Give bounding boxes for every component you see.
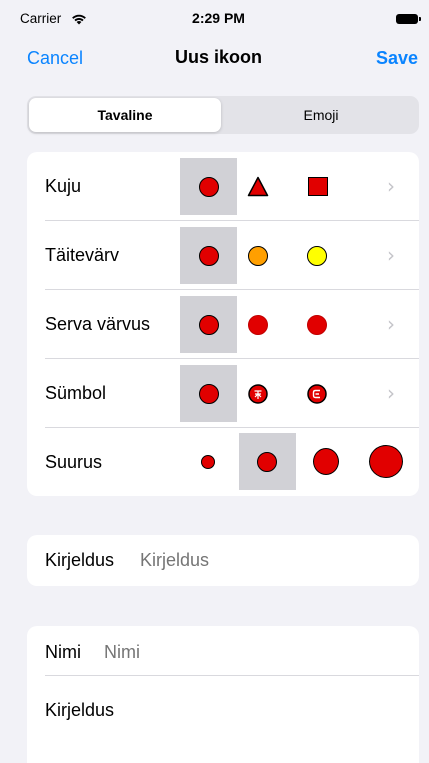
chevron-right-icon[interactable]: › (387, 290, 395, 358)
description-input[interactable] (140, 548, 400, 572)
description-field-label: Kirjeldus (45, 550, 115, 570)
border-dark-red-option[interactable] (307, 315, 327, 335)
battery-icon (396, 14, 421, 24)
symbol-b-option[interactable] (307, 384, 327, 404)
shape-square-option[interactable] (308, 177, 328, 196)
chevron-right-icon[interactable]: › (387, 359, 395, 427)
name-card: Nimi Kirjeldus (27, 626, 419, 763)
symbol-none-option[interactable] (199, 384, 219, 404)
row-shape: Kuju › (27, 152, 419, 220)
row-symbol: Sümbol › (27, 359, 419, 427)
clock: 2:29 PM (192, 10, 245, 26)
symbol-a-option[interactable] (248, 384, 268, 404)
size-extra-large-option[interactable] (369, 445, 403, 478)
size-medium-option[interactable] (257, 452, 277, 472)
page-title: Uus ikoon (174, 47, 262, 67)
row-border-color: Serva värvus › (27, 290, 419, 358)
icon-options-card: Kuju › Täitevärv › Serva värvus › Sümbol… (27, 152, 419, 496)
fill-yellow-option[interactable] (307, 246, 327, 266)
row-size: Suurus (27, 428, 419, 496)
segment-tavaline[interactable]: Tavaline (29, 98, 221, 132)
size-large-option[interactable] (313, 448, 339, 475)
shape-triangle-option[interactable] (247, 176, 269, 197)
description-field-card: Kirjeldus (27, 535, 419, 586)
border-red-option[interactable] (248, 315, 268, 335)
segment-emoji[interactable]: Emoji (225, 98, 417, 132)
fill-red-option[interactable] (199, 246, 219, 266)
border-color-label: Serva värvus (45, 314, 151, 334)
save-button[interactable]: Save (376, 48, 418, 69)
symbol-label: Sümbol (45, 383, 107, 403)
row-fill-color: Täitevärv › (27, 221, 419, 289)
name-input[interactable] (104, 640, 384, 664)
shape-circle-option[interactable] (199, 177, 219, 197)
long-description-label[interactable]: Kirjeldus (45, 700, 114, 721)
new-icon-sheet: Carrier 2:29 PM Cancel Uus ikoon Save Ta… (9, 0, 428, 763)
fill-orange-option[interactable] (248, 246, 268, 266)
name-field-label: Nimi (45, 642, 81, 662)
chevron-right-icon[interactable]: › (387, 152, 395, 220)
shape-label: Kuju (45, 176, 82, 196)
icon-type-segmented-control: Tavaline Emoji (27, 96, 419, 134)
fill-color-label: Täitevärv (45, 245, 120, 265)
divider (45, 675, 419, 676)
size-label: Suurus (45, 452, 103, 472)
status-bar: Carrier 2:29 PM (9, 0, 428, 36)
chevron-right-icon[interactable]: › (387, 221, 395, 289)
border-black-option[interactable] (199, 315, 219, 335)
size-small-option[interactable] (201, 455, 215, 469)
